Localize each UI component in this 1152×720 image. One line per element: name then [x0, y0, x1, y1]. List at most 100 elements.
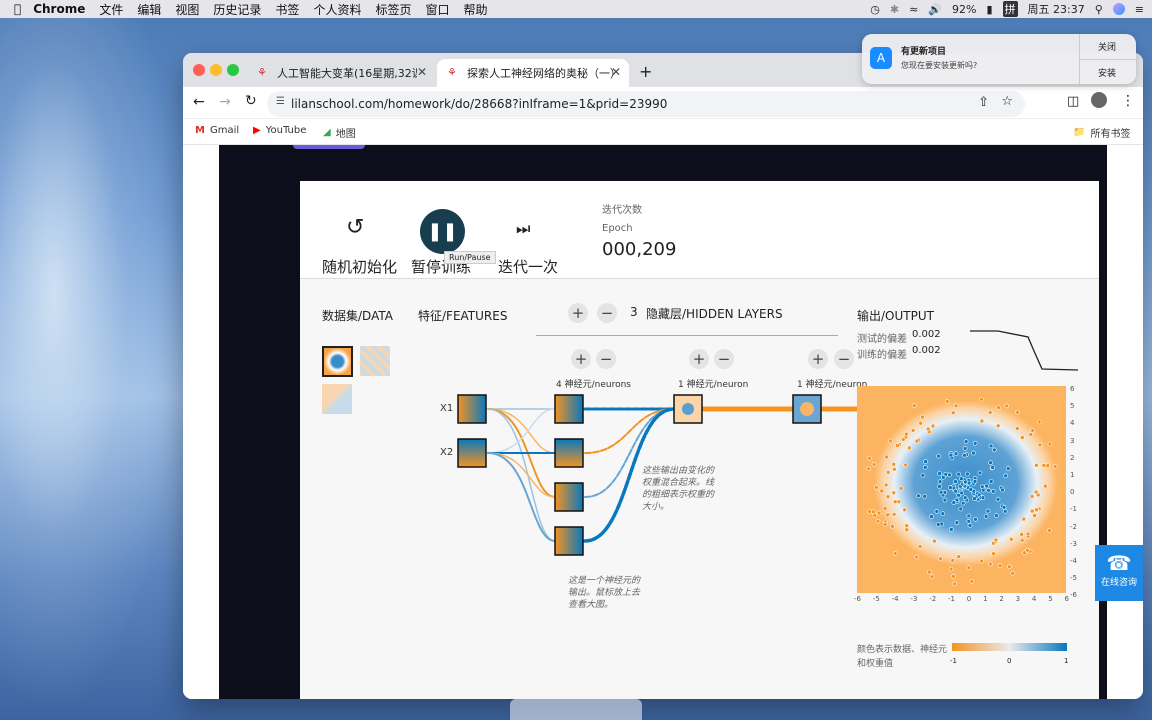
data-point	[907, 445, 912, 451]
reload-icon[interactable]: ↻	[245, 93, 257, 109]
menu-profile[interactable]: 个人资料	[313, 1, 361, 18]
notification-install-button[interactable]: 安装	[1098, 66, 1116, 79]
side-panel-icon[interactable]: ◫	[1067, 94, 1079, 109]
neuron-l1-1[interactable]	[554, 394, 584, 424]
weight-line[interactable]	[487, 408, 556, 454]
apple-icon[interactable]: 	[14, 2, 21, 16]
x-tick-label: -5	[872, 595, 880, 603]
weight-line[interactable]	[487, 408, 556, 454]
folder-icon: 📁	[1073, 127, 1086, 138]
ime-indicator[interactable]: 拼	[1002, 1, 1018, 17]
menu-edit[interactable]: 编辑	[137, 1, 161, 18]
battery-icon[interactable]: ▮	[986, 3, 992, 16]
dataset-gaussian[interactable]	[322, 384, 352, 414]
online-consult-widget[interactable]: ☎ 在线咨询	[1095, 545, 1143, 601]
output-header: 输出/OUTPUT	[857, 309, 934, 323]
share-icon[interactable]: ⇧	[978, 95, 989, 110]
menu-history[interactable]: 历史记录	[213, 1, 261, 18]
notification-close-button[interactable]: 关闭	[1098, 40, 1116, 53]
menu-bookmarks[interactable]: 书签	[275, 1, 299, 18]
data-point	[942, 490, 948, 495]
dataset-circle-selected[interactable]	[322, 346, 353, 377]
weight-line[interactable]	[487, 408, 556, 542]
menu-window[interactable]: 窗口	[425, 1, 449, 18]
bookmark-youtube[interactable]: ▶ YouTube	[253, 125, 306, 136]
feature-x2-node[interactable]	[457, 438, 487, 468]
x-tick-label: -1	[947, 595, 955, 603]
menu-app-name[interactable]: Chrome	[33, 2, 85, 16]
menu-file[interactable]: 文件	[99, 1, 123, 18]
data-point	[923, 459, 928, 464]
reset-icon[interactable]: ↺	[346, 215, 364, 240]
data-point	[959, 476, 964, 481]
data-point	[867, 509, 872, 514]
site-info-icon[interactable]: ☰	[276, 96, 285, 107]
more-menu-icon[interactable]: ⋮	[1121, 93, 1135, 109]
pause-button[interactable]: ❚❚	[420, 209, 465, 254]
neuron-l1-3[interactable]	[554, 482, 584, 512]
tab-course[interactable]: ⚘ 人工智能大变革(16星期,32课时) ✕	[247, 59, 435, 87]
clock[interactable]: 周五 23:37	[1028, 1, 1085, 17]
l3-remove-neuron-button[interactable]: −	[834, 349, 854, 369]
spotlight-icon[interactable]: ⚲	[1095, 3, 1103, 16]
data-point	[948, 452, 954, 458]
battery-percent[interactable]: 92%	[952, 3, 976, 16]
close-tab-icon[interactable]: ✕	[417, 65, 427, 79]
weight-line[interactable]	[487, 452, 556, 542]
l2-add-neuron-button[interactable]: +	[689, 349, 709, 369]
wifi-icon[interactable]: ≈	[909, 3, 918, 16]
l1-add-neuron-button[interactable]: +	[571, 349, 591, 369]
bluetooth-icon[interactable]: ✱	[890, 3, 899, 16]
data-point	[988, 561, 993, 567]
step-button-label[interactable]: 迭代一次	[498, 256, 558, 277]
forward-icon[interactable]: →	[219, 94, 231, 110]
data-point	[1007, 564, 1012, 570]
data-point	[936, 453, 941, 459]
back-icon[interactable]: ←	[193, 94, 205, 110]
siri-icon[interactable]	[1112, 3, 1125, 15]
menu-tabs[interactable]: 标签页	[375, 1, 411, 18]
data-point	[898, 486, 904, 491]
tab-active-neural[interactable]: ⚘ 探索人工神经网络的奥秘（一） ✕	[437, 59, 629, 87]
data-point	[888, 438, 893, 444]
l3-add-neuron-button[interactable]: +	[808, 349, 828, 369]
data-point	[1041, 463, 1047, 468]
feature-x1-node[interactable]	[457, 394, 487, 424]
zoom-window-button[interactable]	[227, 64, 239, 76]
menu-help[interactable]: 帮助	[463, 1, 487, 18]
close-tab-icon[interactable]: ✕	[611, 65, 621, 79]
close-window-button[interactable]	[193, 64, 205, 76]
new-tab-button[interactable]: +	[639, 62, 652, 81]
control-center-icon[interactable]: ≡	[1135, 3, 1144, 16]
neuron-l1-4[interactable]	[554, 526, 584, 556]
remove-layer-button[interactable]: −	[597, 303, 617, 323]
profile-avatar[interactable]	[1091, 92, 1107, 108]
bookmark-star-icon[interactable]: ☆	[1001, 94, 1013, 109]
data-point	[892, 551, 898, 556]
time-machine-icon[interactable]: ◷	[870, 3, 880, 16]
data-point	[980, 487, 986, 493]
l2-remove-neuron-button[interactable]: −	[714, 349, 734, 369]
data-point	[979, 418, 985, 424]
step-icon[interactable]: ⏭	[516, 219, 530, 239]
minimize-window-button[interactable]	[210, 64, 222, 76]
data-point	[875, 518, 881, 524]
volume-icon[interactable]: 🔊	[928, 3, 942, 16]
x-tick-label: 3	[1015, 595, 1021, 603]
data-point	[944, 399, 950, 404]
dataset-xor[interactable]	[360, 346, 390, 376]
l1-remove-neuron-button[interactable]: −	[596, 349, 616, 369]
data-point	[920, 472, 926, 478]
address-bar[interactable]: ☰ lilanschool.com/homework/do/28668?inIf…	[267, 91, 1025, 117]
add-layer-button[interactable]: +	[568, 303, 588, 323]
data-point	[1037, 419, 1042, 425]
neuron-l1-2[interactable]	[554, 438, 584, 468]
menu-view[interactable]: 视图	[175, 1, 199, 18]
output-heatmap[interactable]	[857, 386, 1066, 593]
bookmark-maps[interactable]: ◢ 地图	[323, 125, 356, 140]
all-bookmarks[interactable]: 📁 所有书签	[1073, 125, 1130, 140]
y-tick-label: 2	[1070, 453, 1075, 462]
data-point	[1015, 426, 1020, 431]
bookmark-gmail[interactable]: M Gmail	[195, 125, 239, 136]
reset-button-label[interactable]: 随机初始化	[322, 256, 397, 277]
